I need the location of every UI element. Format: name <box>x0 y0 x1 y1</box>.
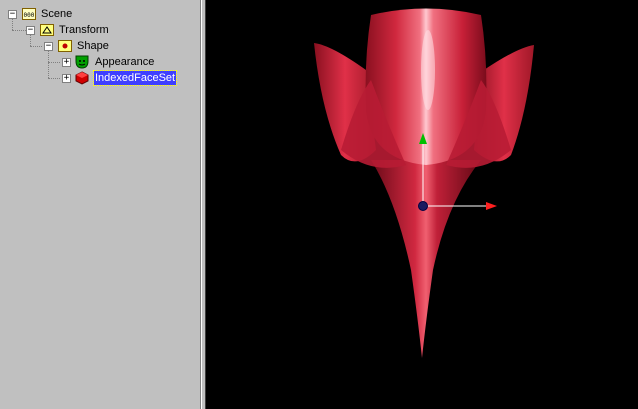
transform-icon <box>40 24 54 36</box>
tree-node-indexed-face-set[interactable]: + IndexedFaceSet <box>0 70 200 86</box>
collapse-toggle[interactable]: − <box>44 42 53 51</box>
model-highlight <box>421 30 435 110</box>
tree-node-shape[interactable]: − Shape <box>0 39 200 53</box>
collapse-toggle[interactable]: − <box>26 26 35 35</box>
tree-node-appearance[interactable]: + Appearance <box>0 55 200 69</box>
tree-node-transform[interactable]: − Transform <box>0 23 200 37</box>
x-axis-arrow-icon[interactable] <box>486 202 497 210</box>
scene-icon: 000 <box>22 8 36 20</box>
model-stem <box>371 160 481 358</box>
expand-toggle[interactable]: + <box>62 58 71 67</box>
3d-viewport[interactable] <box>206 0 638 409</box>
shape-icon <box>58 40 72 52</box>
transform-origin-handle[interactable] <box>418 201 428 211</box>
scene-tree-panel[interactable]: − 000 Scene − Transform − Shape + Appear… <box>0 0 201 409</box>
expand-toggle[interactable]: + <box>62 74 71 83</box>
tree-node-label[interactable]: IndexedFaceSet <box>92 70 178 86</box>
tree-node-label[interactable]: Appearance <box>94 55 155 69</box>
indexed-face-set-icon <box>75 71 89 85</box>
tree-node-label[interactable]: Transform <box>58 23 110 37</box>
svg-text:000: 000 <box>24 12 35 19</box>
viewport-canvas[interactable] <box>206 0 638 409</box>
tree-node-label[interactable]: Shape <box>76 39 110 53</box>
appearance-icon <box>75 55 89 69</box>
tree-node-scene[interactable]: − 000 Scene <box>0 7 200 21</box>
tree-node-label[interactable]: Scene <box>40 7 73 21</box>
collapse-toggle[interactable]: − <box>8 10 17 19</box>
